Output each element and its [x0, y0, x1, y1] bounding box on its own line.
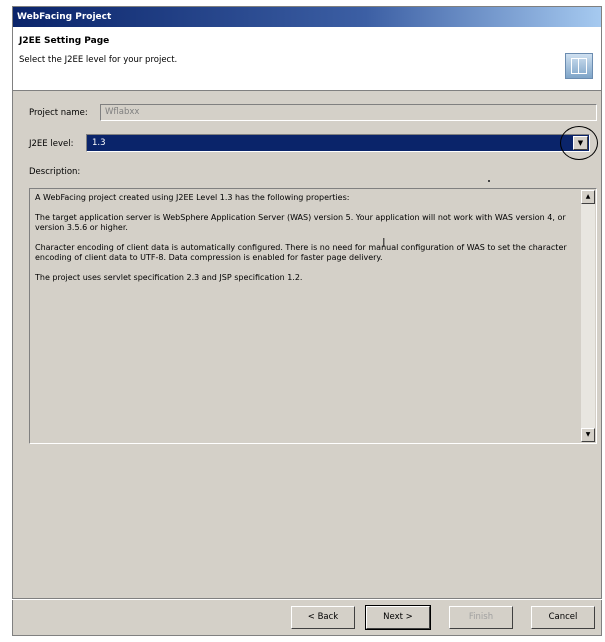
vertical-scrollbar[interactable]: ▲ ▼ [581, 190, 595, 442]
description-paragraph: The target application server is WebSphe… [35, 213, 566, 232]
description-paragraph: The project uses servlet specification 2… [35, 273, 303, 282]
description-textarea[interactable]: A WebFacing project created using J2EE L… [29, 188, 597, 444]
project-name-field: Wflabxx [100, 104, 597, 121]
description-paragraph: Character encoding of client data is aut… [35, 243, 567, 262]
page-title: J2EE Setting Page [19, 36, 110, 46]
scroll-up-icon[interactable]: ▲ [581, 190, 595, 204]
stray-dot [488, 180, 490, 182]
text-cursor-icon: I [382, 236, 386, 250]
next-button[interactable]: Next > [365, 605, 431, 630]
wizard-banner-icon [565, 53, 593, 79]
finish-button[interactable]: Finish [449, 606, 513, 629]
wizard-header: J2EE Setting Page Select the J2EE level … [13, 27, 601, 91]
project-name-label: Project name: [29, 108, 88, 118]
back-button[interactable]: < Back [291, 606, 355, 629]
j2ee-level-label: J2EE level: [29, 139, 74, 149]
j2ee-level-select[interactable]: 1.3 ▼ [86, 134, 590, 152]
page-description: Select the J2EE level for your project. [19, 55, 178, 65]
chevron-down-icon[interactable]: ▼ [573, 136, 588, 150]
description-content: A WebFacing project created using J2EE L… [35, 193, 576, 293]
description-label: Description: [29, 167, 81, 177]
cancel-button[interactable]: Cancel [531, 606, 595, 629]
button-separator [12, 598, 602, 600]
j2ee-level-value: 1.3 [89, 136, 109, 150]
title-bar: WebFacing Project [13, 7, 601, 27]
window-title: WebFacing Project [17, 12, 112, 22]
project-name-value: Wflabxx [105, 107, 140, 117]
scroll-down-icon[interactable]: ▼ [581, 428, 595, 442]
description-paragraph: A WebFacing project created using J2EE L… [35, 193, 350, 202]
